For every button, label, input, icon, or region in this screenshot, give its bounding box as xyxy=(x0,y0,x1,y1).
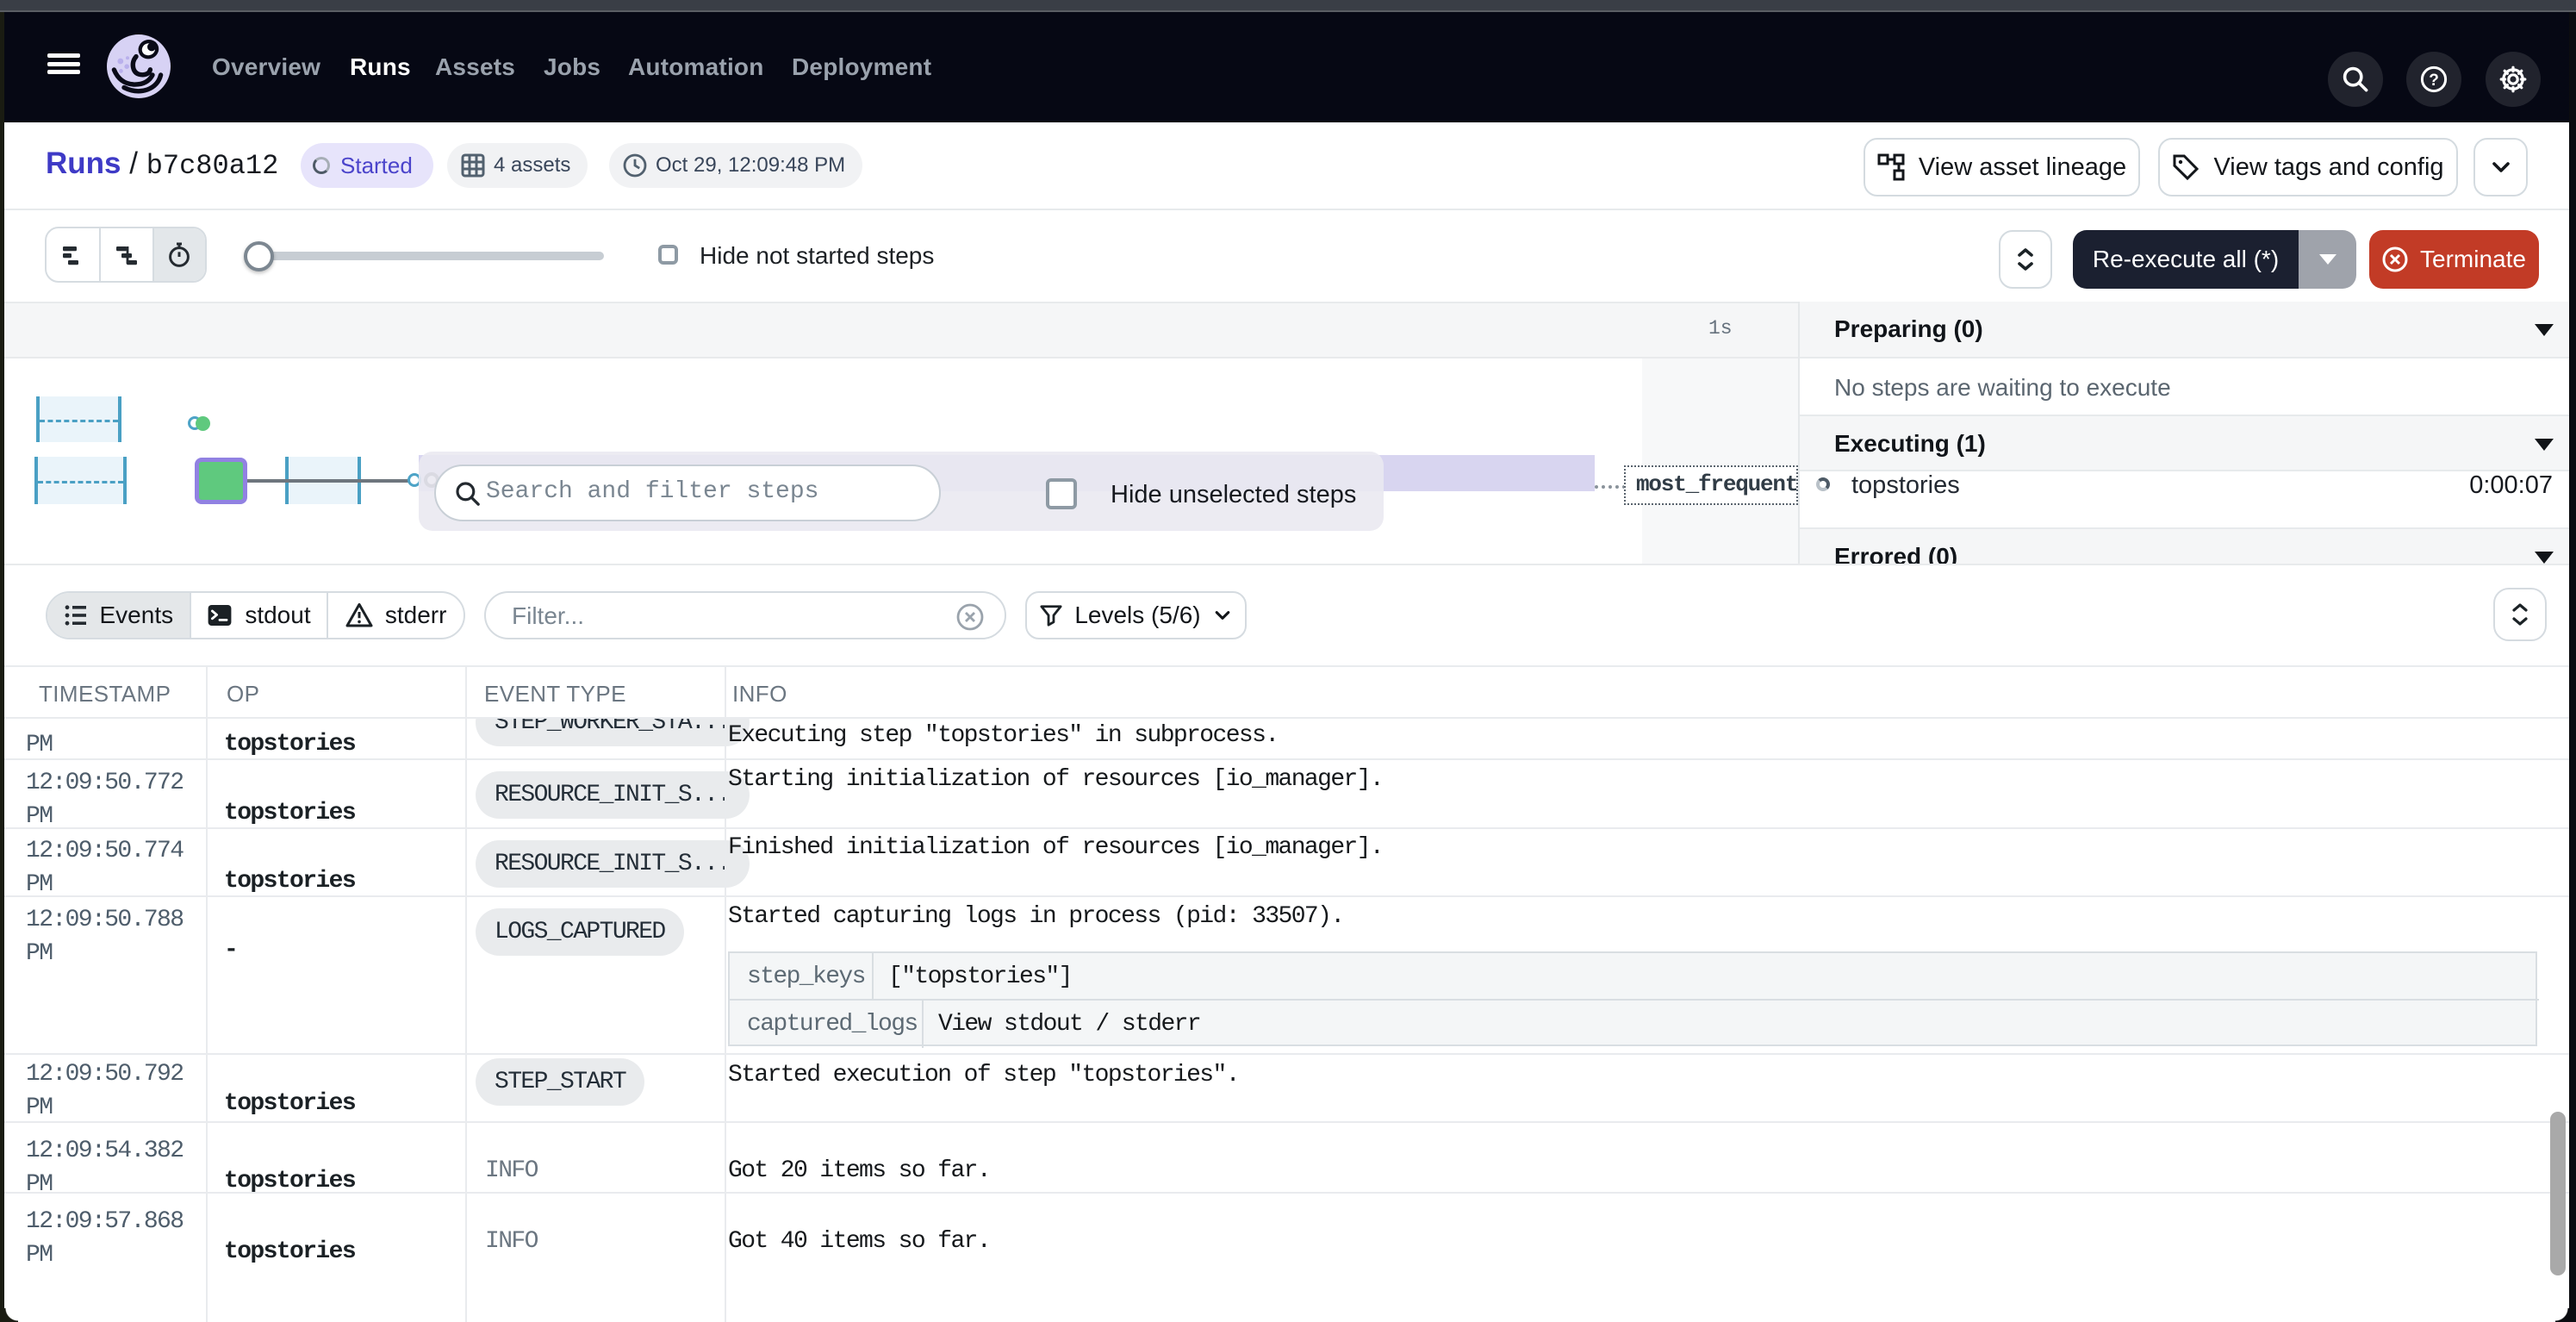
svg-text:?: ? xyxy=(2429,72,2439,90)
